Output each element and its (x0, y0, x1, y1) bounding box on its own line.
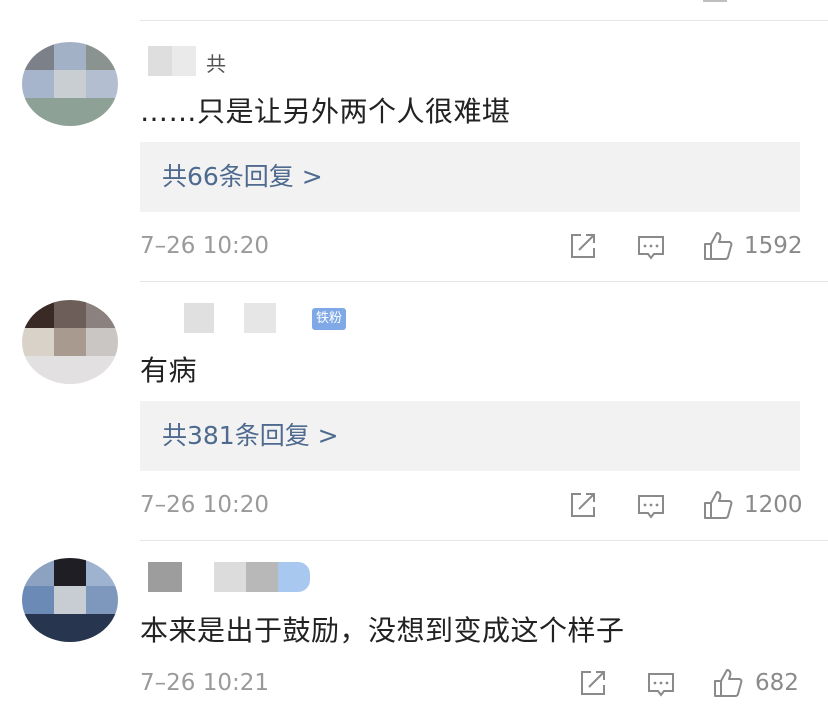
share-icon[interactable] (568, 231, 598, 261)
timestamp: 7–26 10:21 (140, 670, 269, 696)
like-count: 1200 (744, 492, 803, 518)
comment-text: 有病 (140, 354, 198, 387)
replies-label: 共66条回复 > (162, 162, 323, 191)
share-icon[interactable] (568, 490, 598, 520)
fan-badge: 铁粉 (312, 308, 347, 330)
username[interactable]: 共 (148, 46, 238, 76)
comment-text: ……只是让另外两个人很难堪 (140, 95, 511, 128)
username[interactable] (148, 562, 318, 592)
top-divider (140, 20, 828, 21)
share-icon[interactable] (578, 668, 608, 698)
username-suffix: 共 (206, 52, 226, 76)
view-replies-button[interactable]: 共66条回复 > (140, 142, 800, 212)
thumbs-up-icon[interactable] (712, 667, 744, 699)
thumbs-up-icon[interactable] (702, 230, 734, 262)
avatar[interactable] (22, 42, 118, 126)
comment-icon[interactable] (646, 670, 676, 700)
avatar[interactable] (22, 300, 118, 384)
like-count: 682 (755, 670, 799, 696)
avatar[interactable] (22, 558, 118, 642)
timestamp: 7–26 10:20 (140, 233, 269, 259)
comment-divider (140, 281, 828, 282)
thumbs-up-icon[interactable] (702, 489, 734, 521)
timestamp: 7–26 10:20 (140, 492, 269, 518)
username[interactable]: 铁粉 (148, 303, 348, 333)
comment-icon[interactable] (636, 492, 666, 522)
partial-icon (703, 0, 727, 2)
like-count: 1592 (744, 233, 803, 259)
comment-divider (140, 540, 828, 541)
comment-icon[interactable] (636, 233, 666, 263)
replies-label: 共381条回复 > (162, 421, 339, 450)
comment-text: 本来是出于鼓励，没想到变成这个样子 (140, 614, 625, 647)
view-replies-button[interactable]: 共381条回复 > (140, 401, 800, 471)
